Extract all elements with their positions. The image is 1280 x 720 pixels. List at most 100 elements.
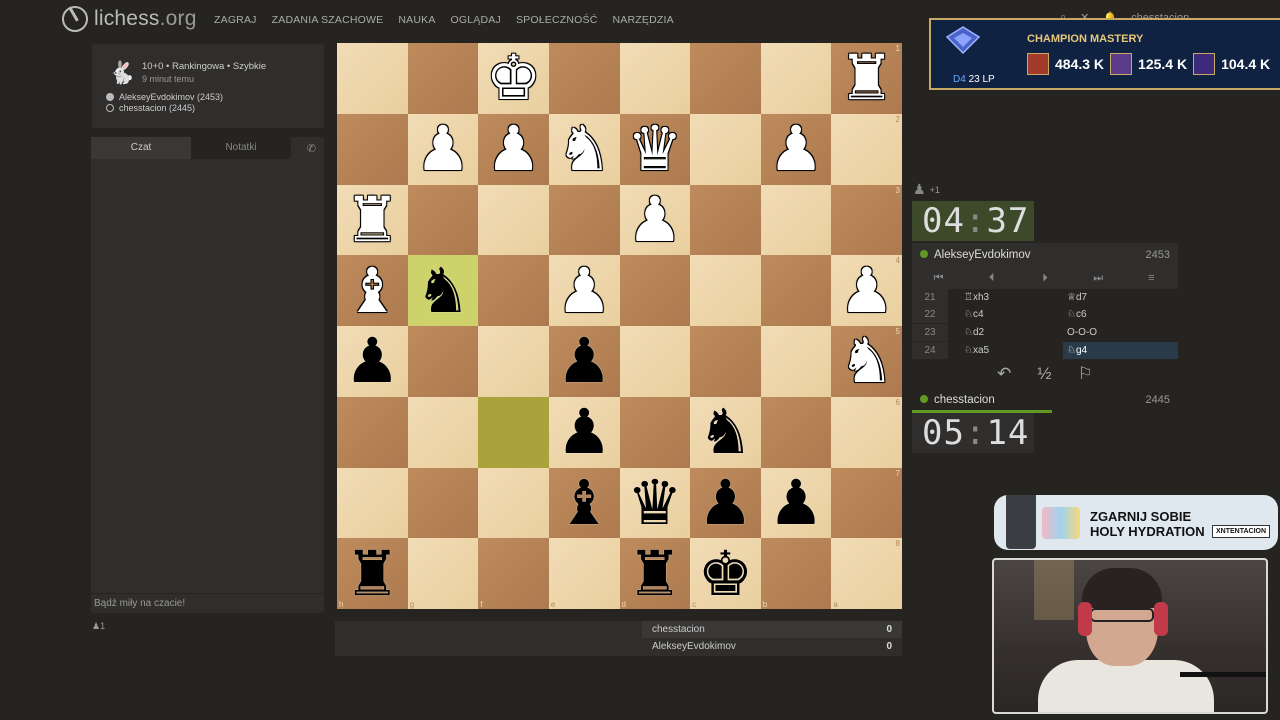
white-rook-icon[interactable]: ♜	[839, 47, 895, 109]
black-king-icon[interactable]: ♚	[698, 542, 754, 605]
board-square[interactable]	[690, 113, 761, 185]
board-square[interactable]: ♛	[619, 467, 691, 539]
board-square[interactable]	[337, 113, 408, 185]
white-queen-icon[interactable]: ♛	[627, 118, 683, 180]
prev-move-icon[interactable]: ⏴	[972, 272, 1012, 285]
white-rook-icon[interactable]: ♜	[345, 188, 401, 251]
board-square[interactable]: ♟	[407, 113, 479, 185]
lichess-logo[interactable]: lichess.org	[62, 6, 197, 32]
move-black[interactable]: ♕d7	[1063, 289, 1178, 306]
board-square[interactable]	[690, 43, 761, 114]
board-square[interactable]: ♚	[478, 43, 549, 114]
first-move-icon[interactable]: ⏮	[919, 272, 959, 285]
next-move-icon[interactable]: ⏵	[1025, 272, 1065, 285]
board-square[interactable]: ♟	[619, 184, 691, 256]
black-knight-icon[interactable]: ♞	[415, 259, 471, 322]
board-square[interactable]	[690, 184, 761, 256]
board-square[interactable]	[407, 326, 479, 397]
nav-item-learn[interactable]: NAUKA	[398, 14, 435, 26]
board-square[interactable]: ♝	[548, 467, 620, 539]
board-square[interactable]	[407, 396, 479, 468]
my-name-bar[interactable]: chesstacion 2445	[912, 388, 1178, 412]
black-pawn-icon[interactable]: ♟	[698, 471, 754, 534]
board-square[interactable]: ♛	[619, 113, 691, 185]
chess-board[interactable]: ♚ 1 ♜ ♟ ♟ ♞ ♛ ♟ 2 ♜ ♟ 3 ♝ ♞ ♟ 4 ♟ ♟ ♟ 5 ♞ ♟ ♞ 6 ♝ ♛ ♟ ♟ 7 h ♜ g f e d ♜ c ♚ b 8…	[337, 43, 902, 609]
board-square[interactable]: 1 ♜	[831, 43, 902, 114]
takeback-icon[interactable]: ↶	[997, 364, 1011, 384]
board-square[interactable]: ♟	[548, 326, 620, 397]
move-black-current[interactable]: ♘g4	[1063, 342, 1178, 359]
black-queen-icon[interactable]: ♛	[627, 471, 683, 534]
white-player-info[interactable]: AlekseyEvdokimov (2453)	[106, 92, 223, 102]
phone-icon[interactable]: ✆	[307, 142, 316, 155]
white-pawn-icon[interactable]: ♟	[556, 259, 612, 322]
opponent-name-bar[interactable]: AlekseyEvdokimov 2453	[912, 243, 1178, 267]
menu-icon[interactable]: ≡	[1131, 272, 1171, 284]
move-black[interactable]: O-O-O	[1063, 324, 1178, 341]
board-square[interactable]	[337, 43, 408, 114]
board-square[interactable]: c ♚	[690, 538, 761, 609]
board-square[interactable]: 2	[831, 113, 902, 185]
board-square[interactable]: b	[760, 538, 832, 609]
board-square[interactable]: h ♜	[337, 538, 408, 609]
black-rook-icon[interactable]: ♜	[345, 542, 401, 605]
tab-chat[interactable]: Czat	[91, 137, 191, 159]
board-square[interactable]: 7	[831, 467, 902, 539]
board-square[interactable]: d ♜	[619, 538, 691, 609]
board-square[interactable]	[619, 43, 691, 114]
board-square[interactable]	[760, 255, 832, 326]
board-square[interactable]: ♞	[407, 255, 479, 326]
board-square[interactable]: ♞	[690, 396, 761, 468]
white-knight-icon[interactable]: ♞	[839, 330, 895, 392]
nav-item-watch[interactable]: OGLĄDAJ	[451, 14, 501, 26]
board-square[interactable]: e	[548, 538, 620, 609]
board-square[interactable]: ♟	[548, 396, 620, 468]
board-square[interactable]	[690, 326, 761, 397]
board-square[interactable]: ♝	[337, 255, 408, 326]
chat-input[interactable]: Bądź miły na czacie!	[91, 593, 324, 613]
move-white[interactable]: ♘d2	[948, 327, 1063, 338]
black-rook-icon[interactable]: ♜	[627, 542, 683, 605]
black-pawn-icon[interactable]: ♟	[768, 471, 824, 534]
move-white[interactable]: ♘c4	[948, 309, 1063, 320]
board-square[interactable]	[478, 255, 549, 326]
board-square[interactable]	[407, 467, 479, 539]
board-square[interactable]	[760, 184, 832, 256]
last-move-icon[interactable]: ⏭	[1078, 272, 1118, 285]
board-square[interactable]: ♟	[760, 113, 832, 185]
board-square[interactable]	[337, 467, 408, 539]
black-player-info[interactable]: chesstacion (2445)	[106, 103, 195, 113]
move-white[interactable]: ♖xh3	[948, 292, 1063, 303]
board-square[interactable]	[690, 255, 761, 326]
board-square[interactable]: ♞	[548, 113, 620, 185]
nav-item-tools[interactable]: NARZĘDZIA	[613, 14, 674, 26]
board-square[interactable]	[619, 396, 691, 468]
board-square[interactable]: ♟	[478, 113, 549, 185]
nav-item-play[interactable]: ZAGRAJ	[214, 14, 257, 26]
white-pawn-icon[interactable]: ♟	[839, 259, 895, 322]
board-square[interactable]: 6	[831, 396, 902, 468]
white-pawn-icon[interactable]: ♟	[768, 118, 824, 180]
board-square[interactable]	[478, 326, 549, 397]
board-square[interactable]	[337, 396, 408, 468]
board-square[interactable]	[407, 43, 479, 114]
board-square[interactable]: ♜	[337, 184, 408, 256]
white-king-icon[interactable]: ♚	[486, 47, 542, 109]
board-square[interactable]	[619, 255, 691, 326]
board-square[interactable]: 5 ♞	[831, 326, 902, 397]
board-square[interactable]: 3	[831, 184, 902, 256]
white-pawn-icon[interactable]: ♟	[627, 188, 683, 251]
board-square[interactable]: ♟	[760, 467, 832, 539]
board-square[interactable]: 8a	[831, 538, 902, 609]
board-square[interactable]	[548, 43, 620, 114]
nav-item-puzzles[interactable]: ZADANIA SZACHOWE	[272, 14, 384, 26]
offer-draw-button[interactable]: ½	[1037, 364, 1051, 384]
board-square[interactable]	[619, 326, 691, 397]
black-pawn-icon[interactable]: ♟	[345, 330, 401, 392]
black-knight-icon[interactable]: ♞	[698, 401, 754, 463]
resign-flag-icon[interactable]: ⚐	[1078, 364, 1093, 384]
board-square[interactable]: ♟	[548, 255, 620, 326]
board-square[interactable]: ♟	[337, 326, 408, 397]
board-square[interactable]: ♟	[690, 467, 761, 539]
nav-item-community[interactable]: SPOŁECZNOŚĆ	[516, 14, 598, 26]
